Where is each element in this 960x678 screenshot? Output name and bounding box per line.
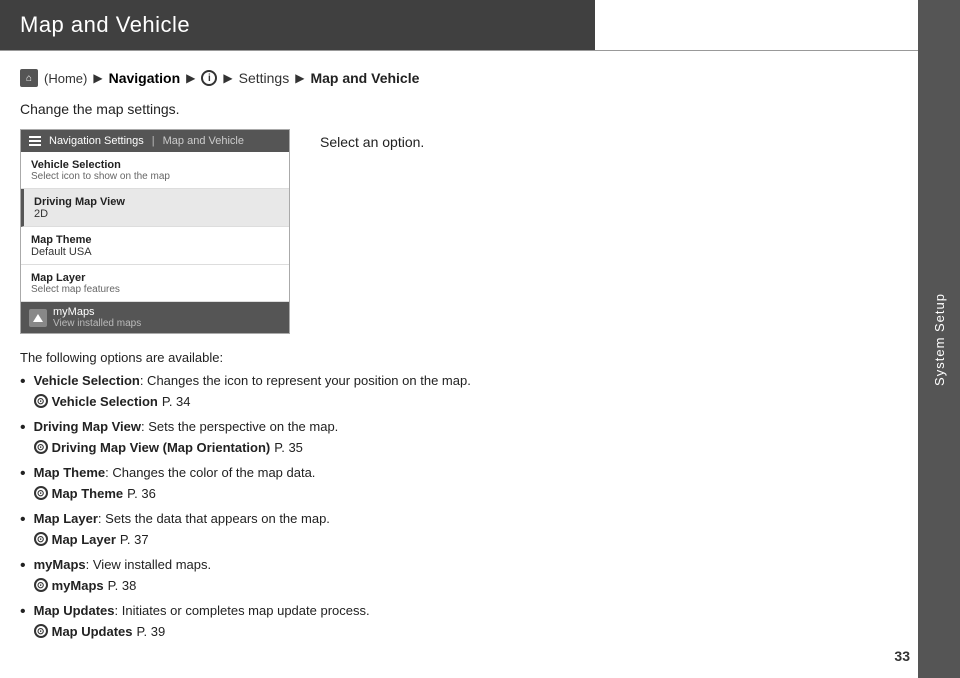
mymaps-labels: myMaps View installed maps [53, 306, 141, 329]
menu-item-vehicle-selection[interactable]: Vehicle Selection Select icon to show on… [21, 152, 289, 189]
ref-icon-6: ⊙ [34, 624, 48, 638]
description-text: Change the map settings. [20, 101, 900, 117]
bullet-item-mymaps: • myMaps: View installed maps. ⊙ myMaps … [20, 555, 900, 595]
ref-icon-3: ⊙ [34, 486, 48, 500]
breadcrumb-final: Map and Vehicle [310, 70, 419, 86]
ref-text-2: Driving Map View (Map Orientation) [52, 438, 271, 458]
term-2: Driving Map View [34, 419, 141, 434]
term-6: Map Updates [34, 603, 115, 618]
ref-page-2: P. 35 [274, 438, 303, 458]
breadcrumb-navigation: Navigation [109, 70, 181, 86]
mymaps-title: myMaps [53, 306, 141, 318]
ref-page-3: P. 36 [127, 484, 156, 504]
ref-text-4: Map Layer [52, 530, 116, 550]
bullet-dot-6: • [20, 602, 26, 621]
menu-item-4-sub: Select map features [31, 284, 279, 295]
menu-item-driving-map-view[interactable]: Driving Map View 2D [21, 189, 289, 227]
options-intro: The following options are available: [20, 350, 900, 365]
mymaps-sub: View installed maps [53, 318, 141, 329]
bullet-content-1: Vehicle Selection: Changes the icon to r… [34, 371, 900, 411]
ref-page-5: P. 38 [108, 576, 137, 596]
bullet-content-4: Map Layer: Sets the data that appears on… [34, 509, 900, 549]
menu-item-3-value: Default USA [31, 246, 279, 258]
breadcrumb-home-text: (Home) [44, 71, 87, 86]
term-5: myMaps [34, 557, 86, 572]
desc-3: : Changes the color of the map data. [105, 465, 315, 480]
home-icon: ⌂ [20, 69, 38, 87]
breadcrumb-arrow-1: ▶ [93, 71, 102, 85]
nav-tab-inactive: Map and Vehicle [163, 135, 244, 147]
bullet-item-driving-map-view: • Driving Map View: Sets the perspective… [20, 417, 900, 457]
ref-icon-5: ⊙ [34, 578, 48, 592]
ref-page-1: P. 34 [162, 392, 191, 412]
bullet-dot-1: • [20, 372, 26, 391]
select-option-text: Select an option. [320, 129, 424, 150]
ref-icon-2: ⊙ [34, 440, 48, 454]
menu-icon [29, 136, 41, 146]
sidebar: System Setup [918, 0, 960, 678]
ref-5: ⊙ myMaps P. 38 [34, 576, 900, 596]
bullet-dot-4: • [20, 510, 26, 529]
ref-1: ⊙ Vehicle Selection P. 34 [34, 392, 900, 412]
ref-text-3: Map Theme [52, 484, 124, 504]
breadcrumb-arrow-2: ▶ [186, 71, 195, 85]
header-title: Map and Vehicle [20, 12, 190, 37]
options-list: • Vehicle Selection: Changes the icon to… [20, 371, 900, 641]
desc-2: : Sets the perspective on the map. [141, 419, 338, 434]
desc-5: : View installed maps. [86, 557, 212, 572]
bullet-item-map-layer: • Map Layer: Sets the data that appears … [20, 509, 900, 549]
bullet-content-6: Map Updates: Initiates or completes map … [34, 601, 900, 641]
menu-item-2-value: 2D [34, 208, 279, 220]
breadcrumb: ⌂ (Home) ▶ Navigation ▶ i ▶ Settings ▶ M… [20, 69, 900, 87]
menu-item-2-title: Driving Map View [34, 196, 279, 208]
bullet-dot-3: • [20, 464, 26, 483]
bullet-content-5: myMaps: View installed maps. ⊙ myMaps P.… [34, 555, 900, 595]
ref-3: ⊙ Map Theme P. 36 [34, 484, 900, 504]
bullet-dot-5: • [20, 556, 26, 575]
bullet-item-vehicle-selection: • Vehicle Selection: Changes the icon to… [20, 371, 900, 411]
desc-6: : Initiates or completes map update proc… [115, 603, 370, 618]
sidebar-label: System Setup [932, 293, 947, 386]
mymaps-icon [29, 309, 47, 327]
desc-1: : Changes the icon to represent your pos… [140, 373, 471, 388]
breadcrumb-arrow-4: ▶ [295, 71, 304, 85]
nav-menu-bottom[interactable]: myMaps View installed maps [21, 302, 289, 333]
main-content: ⌂ (Home) ▶ Navigation ▶ i ▶ Settings ▶ M… [0, 51, 920, 667]
bullet-content-2: Driving Map View: Sets the perspective o… [34, 417, 900, 457]
ref-page-6: P. 39 [137, 622, 166, 642]
content-row: Navigation Settings | Map and Vehicle Ve… [20, 129, 900, 334]
bullet-dot-2: • [20, 418, 26, 437]
ref-text-5: myMaps [52, 576, 104, 596]
menu-item-4-title: Map Layer [31, 272, 279, 284]
nav-menu-screenshot: Navigation Settings | Map and Vehicle Ve… [20, 129, 290, 334]
desc-4: : Sets the data that appears on the map. [98, 511, 330, 526]
menu-item-map-layer[interactable]: Map Layer Select map features [21, 265, 289, 302]
page-header: Map and Vehicle [0, 0, 595, 50]
ref-text-1: Vehicle Selection [52, 392, 158, 412]
bullet-item-map-theme: • Map Theme: Changes the color of the ma… [20, 463, 900, 503]
menu-item-1-title: Vehicle Selection [31, 159, 279, 171]
info-icon: i [201, 70, 217, 86]
ref-page-4: P. 37 [120, 530, 149, 550]
nav-menu-title-bar: Navigation Settings | Map and Vehicle [21, 130, 289, 152]
bullet-item-map-updates: • Map Updates: Initiates or completes ma… [20, 601, 900, 641]
ref-6: ⊙ Map Updates P. 39 [34, 622, 900, 642]
ref-4: ⊙ Map Layer P. 37 [34, 530, 900, 550]
breadcrumb-arrow-3: ▶ [223, 71, 232, 85]
menu-item-3-title: Map Theme [31, 234, 279, 246]
term-3: Map Theme [34, 465, 106, 480]
ref-icon-4: ⊙ [34, 532, 48, 546]
nav-tab-active: Navigation Settings [49, 135, 144, 147]
bullet-content-3: Map Theme: Changes the color of the map … [34, 463, 900, 503]
breadcrumb-settings: Settings [239, 70, 290, 86]
menu-item-map-theme[interactable]: Map Theme Default USA [21, 227, 289, 265]
term-1: Vehicle Selection [34, 373, 140, 388]
ref-2: ⊙ Driving Map View (Map Orientation) P. … [34, 438, 900, 458]
ref-text-6: Map Updates [52, 622, 133, 642]
menu-item-1-sub: Select icon to show on the map [31, 171, 279, 182]
page-number: 33 [894, 648, 910, 664]
ref-icon-1: ⊙ [34, 394, 48, 408]
term-4: Map Layer [34, 511, 98, 526]
